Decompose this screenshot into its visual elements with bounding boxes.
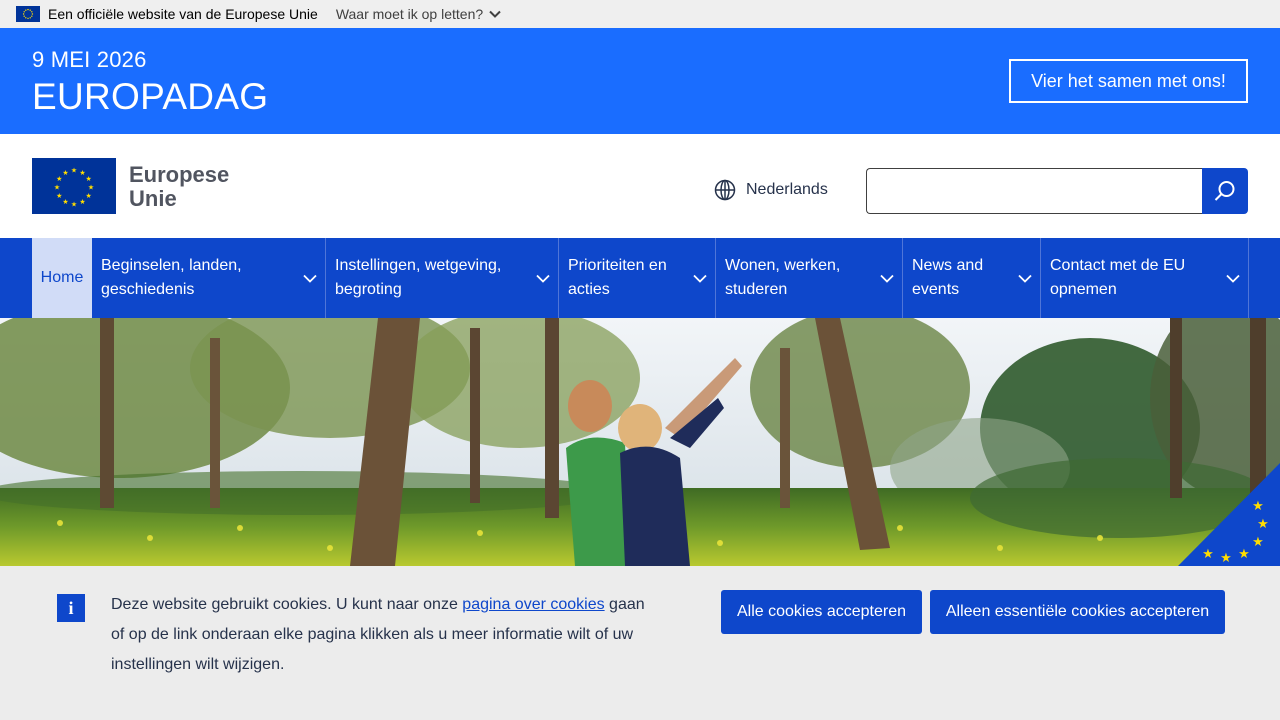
nav-item-label: News and events (912, 257, 984, 298)
nav-item-label: Beginselen, landen, geschiedenis (101, 257, 242, 298)
site-header: ★ ★ ★ ★ ★ ★ ★ ★ ★ ★ ★ ★ Europese Unie Nederlands (0, 134, 1280, 238)
svg-text:★: ★ (54, 184, 60, 192)
official-info-label: Waar moet ik op letten? (335, 6, 484, 22)
svg-text:★: ★ (86, 175, 92, 183)
logo-line-1: Europese (129, 162, 230, 187)
official-site-text: Een officiële website van de Europese Un… (48, 6, 318, 22)
nav-item-label: Contact met de EU opnemen (1050, 257, 1186, 298)
nav-item-label: Wonen, werken, studeren (725, 257, 841, 298)
svg-text:★: ★ (88, 184, 94, 192)
svg-text:★: ★ (1252, 499, 1264, 514)
chevron-down-icon (1226, 274, 1240, 283)
banner-date: 9 MEI 2026 (32, 47, 147, 72)
nav-item-label: Prioriteiten en acties (568, 257, 667, 298)
banner-title: EUROPADAG (32, 76, 269, 117)
cookie-policy-link[interactable]: pagina over cookies (462, 596, 604, 613)
eu-logo-flag[interactable]: ★ ★ ★ ★ ★ ★ ★ ★ ★ ★ ★ ★ (32, 158, 116, 214)
nav-item-living-working[interactable]: Wonen, werken, studeren (716, 238, 903, 318)
nav-item-principles[interactable]: Beginselen, landen, geschiedenis (92, 238, 326, 318)
hero-image: ★ ★ ★ ★ ★ ★ (0, 318, 1280, 566)
language-selector[interactable]: Nederlands (714, 179, 828, 201)
chevron-down-icon (303, 274, 317, 283)
svg-text:★: ★ (71, 201, 77, 209)
svg-text:★: ★ (62, 169, 68, 177)
svg-text:★: ★ (56, 192, 62, 200)
eu-flag-icon (16, 6, 40, 22)
nav-item-priorities[interactable]: Prioriteiten en acties (559, 238, 716, 318)
search-button[interactable] (1202, 168, 1248, 214)
nav-item-news-events[interactable]: News and events (903, 238, 1041, 318)
accept-essential-cookies-button[interactable]: Alleen essentiële cookies accepteren (930, 590, 1225, 634)
europe-day-banner: 9 MEI 2026 EUROPADAG Vier het samen met … (0, 28, 1280, 134)
svg-text:★: ★ (1238, 547, 1250, 562)
svg-text:★: ★ (79, 198, 85, 206)
svg-text:★: ★ (62, 198, 68, 206)
chevron-down-icon (1018, 274, 1032, 283)
chevron-down-icon (880, 274, 894, 283)
info-icon: i (57, 594, 85, 622)
svg-text:★: ★ (1220, 551, 1232, 566)
forest-scene-image: ★★★ ★★★ (0, 318, 1280, 566)
svg-text:★: ★ (86, 192, 92, 200)
logo-line-2: Unie (129, 186, 177, 211)
celebrate-button[interactable]: Vier het samen met ons! (1009, 59, 1248, 103)
cookie-message: Deze website gebruikt cookies. U kunt na… (111, 590, 651, 680)
main-navigation: Home Beginselen, landen, geschiedenis In… (0, 238, 1280, 318)
svg-text:★: ★ (1202, 547, 1214, 562)
cookie-text-before: Deze website gebruikt cookies. U kunt na… (111, 596, 463, 613)
chevron-down-icon (693, 274, 707, 283)
eu-logo-text[interactable]: Europese Unie (129, 163, 229, 211)
search-form (866, 168, 1248, 214)
accept-all-cookies-button[interactable]: Alle cookies accepteren (721, 590, 922, 634)
search-input[interactable] (866, 168, 1202, 214)
globe-icon (714, 179, 736, 201)
svg-text:★: ★ (1252, 535, 1264, 550)
nav-item-label: Instellingen, wetgeving, begroting (335, 257, 502, 298)
language-label: Nederlands (746, 181, 828, 198)
cookie-consent-banner: i Deze website gebruikt cookies. U kunt … (0, 566, 1280, 720)
nav-item-contact[interactable]: Contact met de EU opnemen (1041, 238, 1249, 318)
svg-text:★: ★ (1257, 517, 1269, 532)
chevron-down-icon (489, 10, 501, 18)
chevron-down-icon (536, 274, 550, 283)
official-site-bar: Een officiële website van de Europese Un… (0, 0, 1280, 28)
nav-item-home[interactable]: Home (32, 238, 92, 318)
official-info-toggle[interactable]: Waar moet ik op letten? (336, 6, 501, 22)
svg-text:★: ★ (71, 167, 77, 175)
search-icon (1214, 181, 1235, 201)
nav-item-institutions[interactable]: Instellingen, wetgeving, begroting (326, 238, 559, 318)
